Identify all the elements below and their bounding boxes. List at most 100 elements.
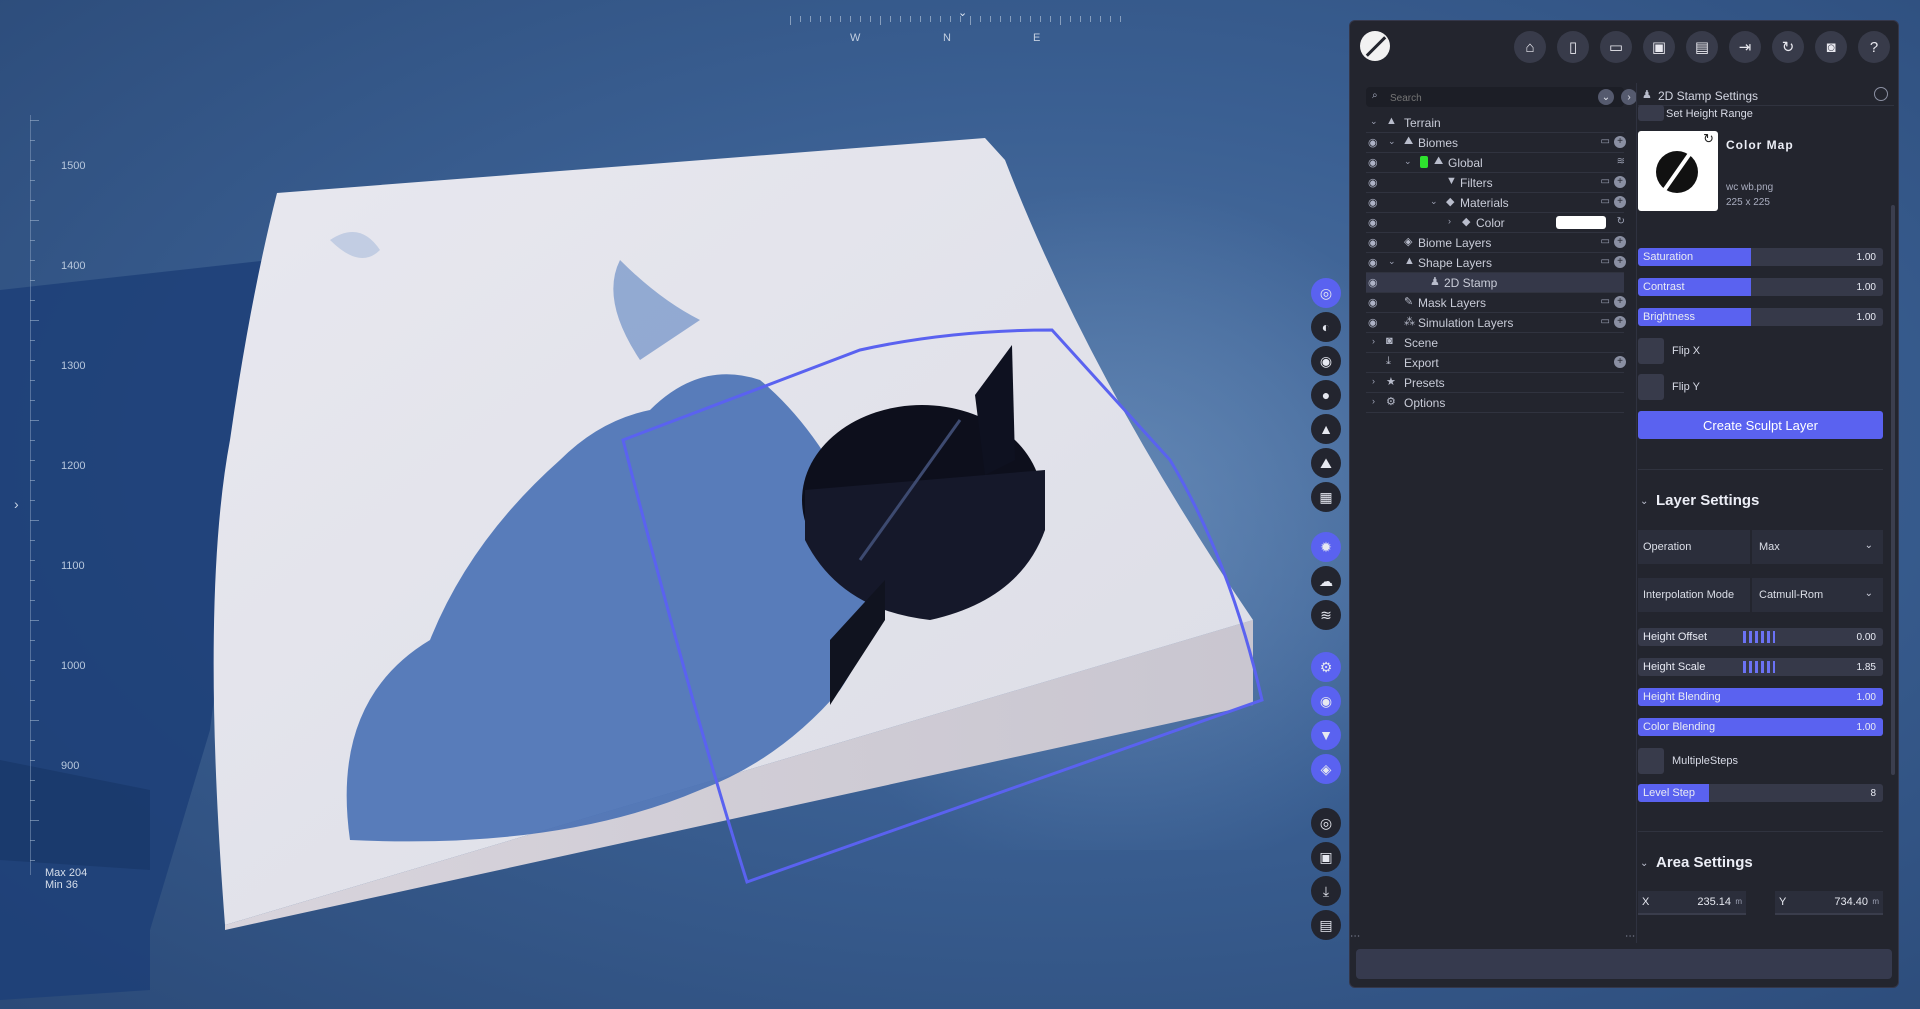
landscape-tool-icon[interactable]: ⛰ [1311,448,1341,478]
tree-item-simulation-layers[interactable]: ◉ ⁂ Simulation Layers ▭ + [1366,313,1626,333]
add-icon[interactable]: + [1614,236,1626,248]
panel-splitter[interactable] [1636,83,1637,943]
save-icon[interactable]: ▣ [1643,31,1675,63]
eye-icon[interactable]: ◉ [1368,236,1378,249]
tree-item-2d-stamp[interactable]: ◉ ♟ 2D Stamp [1366,273,1624,293]
folder-icon[interactable]: ▭ [1601,176,1610,187]
tree-item-mask-layers[interactable]: ◉ ✎ Mask Layers ▭ + [1366,293,1626,313]
tree-item-presets[interactable]: › ★ Presets [1366,373,1624,393]
eye-icon[interactable]: ◉ [1368,276,1378,289]
folder-icon[interactable]: ▭ [1601,196,1610,207]
operation-dropdown[interactable]: Max ⌄ [1752,530,1883,564]
flip-x-checkbox[interactable] [1638,338,1664,364]
eye-icon[interactable]: ◉ [1368,256,1378,269]
disc-tool-icon[interactable]: ◎ [1311,808,1341,838]
eye-icon[interactable]: ◉ [1368,196,1378,209]
home-icon[interactable]: ⌂ [1514,31,1546,63]
pin-icon[interactable] [1874,87,1888,101]
search-input[interactable] [1388,89,1562,107]
refresh-icon[interactable]: ↻ [1617,216,1625,227]
brightness-slider[interactable]: Brightness 1.00 [1638,308,1883,326]
settings-tool-icon[interactable]: ⚙ [1311,652,1341,682]
camera-icon[interactable]: ◙ [1815,31,1847,63]
tree-item-materials[interactable]: ◉ ⌄ ◆ Materials ▭ + [1366,193,1626,213]
refresh-icon[interactable]: ↻ [1703,131,1714,147]
open-folder-icon[interactable]: ▭ [1600,31,1632,63]
tree-item-color[interactable]: ◉ › ◆ Color ↻ [1366,213,1625,233]
filter-tool-icon[interactable]: ▼ [1311,720,1341,750]
folder-icon[interactable]: ▭ [1601,296,1610,307]
area-x-field[interactable]: X 235.14 m [1638,891,1746,915]
eye-icon[interactable]: ◉ [1368,156,1378,169]
tree-item-options[interactable]: › ⚙ Options [1366,393,1624,413]
multiple-steps-checkbox[interactable] [1638,748,1664,774]
layers-icon[interactable]: ≋ [1617,156,1625,167]
area-y-field[interactable]: Y 734.40 m [1775,891,1883,915]
chevron-down-icon[interactable]: ⌄ [1388,136,1396,147]
color-map-thumbnail[interactable]: ↻ [1638,131,1718,211]
mountain-tool-icon[interactable]: ▲ [1311,414,1341,444]
height-offset-slider[interactable]: Height Offset 0.00 [1638,628,1883,646]
chevron-down-icon[interactable]: ⌄ [1430,196,1438,207]
level-step-slider[interactable]: Level Step 8 [1638,784,1883,802]
interpolation-dropdown[interactable]: Catmull-Rom ⌄ [1752,578,1883,612]
folder-icon[interactable]: ▭ [1601,236,1610,247]
expand-all-icon[interactable]: › [1621,89,1637,105]
tree-item-biomes[interactable]: ◉ ⌄ ⛰ Biomes ▭ + [1366,133,1626,153]
contrast-slider[interactable]: Contrast 1.00 [1638,278,1883,296]
grid-tool-icon[interactable]: ▦ [1311,482,1341,512]
help-icon[interactable]: ? [1858,31,1890,63]
create-sculpt-layer-button[interactable]: Create Sculpt Layer [1638,411,1883,439]
refresh-icon[interactable]: ↻ [1772,31,1804,63]
stack-tool-icon[interactable]: ◈ [1311,754,1341,784]
chevron-down-icon[interactable]: ⌄ [1370,116,1378,127]
cloud-tool-icon[interactable]: ☁ [1311,566,1341,596]
saturation-slider[interactable]: Saturation 1.00 [1638,248,1883,266]
biome-tool-icon[interactable]: ◐ [1311,312,1341,342]
tree-item-shape-layers[interactable]: ◉ ⌄ ▲ Shape Layers ▭ + [1366,253,1626,273]
image-tool-icon[interactable]: ▣ [1311,842,1341,872]
drop-tool-icon[interactable]: ● [1311,380,1341,410]
chevron-right-icon[interactable]: › [1448,216,1451,226]
export-icon[interactable]: ⇥ [1729,31,1761,63]
tree-item-filters[interactable]: ◉ ▼ Filters ▭ + [1366,173,1626,193]
add-icon[interactable]: + [1614,256,1626,268]
tree-item-biome-layers[interactable]: ◉ ◈ Biome Layers ▭ + [1366,233,1626,253]
chart-tool-icon[interactable]: ▤ [1311,910,1341,940]
resize-grip[interactable]: ⋮ [1624,931,1635,941]
download-tool-icon[interactable]: ⤓ [1311,876,1341,906]
chevron-down-icon[interactable]: ⌄ [1388,256,1396,267]
new-file-icon[interactable]: ▯ [1557,31,1589,63]
settings-scrollbar[interactable] [1891,205,1895,775]
eye-icon[interactable]: ◉ [1368,136,1378,149]
add-icon[interactable]: + [1614,316,1626,328]
eye-icon[interactable]: ◉ [1368,216,1378,229]
add-icon[interactable]: + [1614,136,1626,148]
flip-y-checkbox[interactable] [1638,374,1664,400]
folder-icon[interactable]: ▭ [1601,136,1610,147]
color-blending-slider[interactable]: Color Blending 1.00 [1638,718,1883,736]
add-icon[interactable]: + [1614,356,1626,368]
chevron-right-icon[interactable]: › [14,496,19,512]
eye-icon[interactable]: ◉ [1368,296,1378,309]
chevron-down-icon[interactable]: ⌄ [1640,858,1648,869]
tree-item-terrain[interactable]: ⌄ ▲ Terrain [1366,113,1624,133]
height-blending-slider[interactable]: Height Blending 1.00 [1638,688,1883,706]
folder-icon[interactable]: ▭ [1601,316,1610,327]
chevron-right-icon[interactable]: › [1372,336,1375,346]
chevron-right-icon[interactable]: › [1372,376,1375,386]
add-icon[interactable]: + [1614,176,1626,188]
chevron-down-icon[interactable]: ⌄ [1404,156,1412,167]
eye-icon[interactable]: ◉ [1368,176,1378,189]
tree-item-export[interactable]: ⤓ Export + [1366,353,1626,373]
resize-grip[interactable]: ⋮ [1349,931,1360,941]
add-icon[interactable]: + [1614,296,1626,308]
set-height-range-checkbox[interactable] [1638,105,1664,121]
tree-item-scene[interactable]: › ◙ Scene [1366,333,1624,353]
folder-icon[interactable]: ▭ [1601,256,1610,267]
add-icon[interactable]: + [1614,196,1626,208]
chevron-right-icon[interactable]: › [1372,396,1375,406]
target-tool-icon[interactable]: ◉ [1311,346,1341,376]
color-swatch[interactable] [1556,216,1606,229]
sun-tool-icon[interactable]: ✹ [1311,532,1341,562]
